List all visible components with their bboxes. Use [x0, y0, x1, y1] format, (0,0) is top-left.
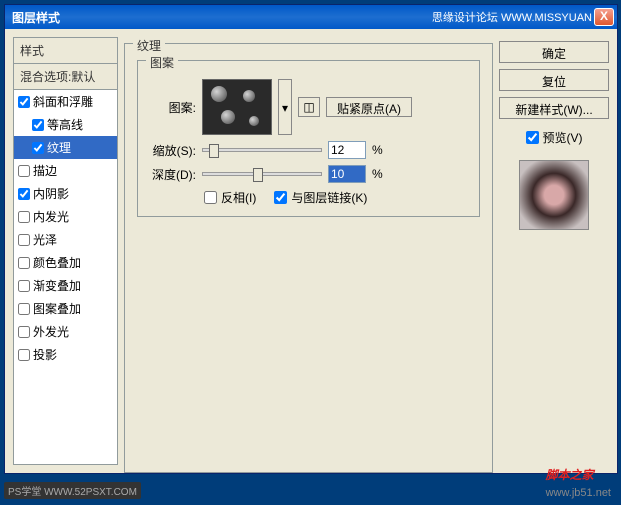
- scale-slider[interactable]: [202, 148, 322, 152]
- style-item-6[interactable]: 光泽: [14, 228, 117, 251]
- style-label: 光泽: [33, 231, 57, 248]
- pattern-dropdown[interactable]: ▾: [278, 79, 292, 135]
- style-checkbox[interactable]: [18, 211, 30, 223]
- style-checkbox[interactable]: [18, 280, 30, 292]
- new-style-button[interactable]: 新建样式(W)...: [499, 97, 609, 119]
- source-tag: PS学堂 WWW.52PSXT.COM: [4, 482, 141, 499]
- scale-label: 缩放(S):: [148, 142, 196, 159]
- group-title: 纹理: [133, 37, 165, 54]
- style-label: 内阴影: [33, 185, 69, 202]
- settings-panel: 纹理 图案 图案: ▾ ◫ 贴紧原点(A): [124, 37, 493, 465]
- invert-checkbox[interactable]: [204, 191, 217, 204]
- watermark-sub: www.jb51.net: [546, 487, 611, 499]
- brand-text: 思缘设计论坛 WWW.MISSYUAN: [432, 9, 592, 25]
- watermark: 脚本之家 www.jb51.net: [546, 455, 611, 499]
- style-checkbox[interactable]: [18, 96, 30, 108]
- style-item-11[interactable]: 投影: [14, 343, 117, 366]
- close-button[interactable]: X: [594, 8, 614, 26]
- style-item-3[interactable]: 描边: [14, 159, 117, 182]
- depth-slider[interactable]: [202, 172, 322, 176]
- style-label: 等高线: [47, 116, 83, 133]
- scale-input[interactable]: [328, 141, 366, 159]
- style-label: 外发光: [33, 323, 69, 340]
- style-checkbox[interactable]: [18, 349, 30, 361]
- depth-input[interactable]: [328, 165, 366, 183]
- sub-title: 图案: [146, 54, 178, 71]
- style-checkbox[interactable]: [32, 142, 44, 154]
- style-item-2[interactable]: 纹理: [14, 136, 117, 159]
- pattern-label: 图案:: [148, 99, 196, 116]
- new-pattern-icon[interactable]: ◫: [298, 97, 320, 117]
- depth-unit: %: [372, 167, 383, 181]
- style-item-10[interactable]: 外发光: [14, 320, 117, 343]
- snap-origin-button[interactable]: 贴紧原点(A): [326, 97, 412, 117]
- preview-checkbox[interactable]: [526, 131, 539, 144]
- pattern-thumbnail[interactable]: [202, 79, 272, 135]
- blend-options[interactable]: 混合选项:默认: [14, 64, 117, 90]
- window-title: 图层样式: [8, 9, 60, 26]
- reset-button[interactable]: 复位: [499, 69, 609, 91]
- style-item-8[interactable]: 渐变叠加: [14, 274, 117, 297]
- style-label: 纹理: [47, 139, 71, 156]
- style-label: 图案叠加: [33, 300, 81, 317]
- style-checkbox[interactable]: [18, 303, 30, 315]
- invert-label: 反相(I): [221, 189, 256, 206]
- style-label: 内发光: [33, 208, 69, 225]
- style-label: 描边: [33, 162, 57, 179]
- style-checkbox[interactable]: [32, 119, 44, 131]
- styles-list: 样式 混合选项:默认 斜面和浮雕等高线纹理描边内阴影内发光光泽颜色叠加渐变叠加图…: [13, 37, 118, 465]
- style-label: 渐变叠加: [33, 277, 81, 294]
- style-checkbox[interactable]: [18, 326, 30, 338]
- depth-label: 深度(D):: [148, 166, 196, 183]
- style-checkbox[interactable]: [18, 234, 30, 246]
- style-checkbox[interactable]: [18, 257, 30, 269]
- style-checkbox[interactable]: [18, 188, 30, 200]
- style-label: 颜色叠加: [33, 254, 81, 271]
- ok-button[interactable]: 确定: [499, 41, 609, 63]
- style-item-4[interactable]: 内阴影: [14, 182, 117, 205]
- styles-header[interactable]: 样式: [14, 38, 117, 64]
- watermark-main: 脚本之家: [546, 468, 594, 482]
- style-item-1[interactable]: 等高线: [14, 113, 117, 136]
- titlebar: 图层样式 思缘设计论坛 WWW.MISSYUAN X: [5, 5, 617, 29]
- layer-style-dialog: 图层样式 思缘设计论坛 WWW.MISSYUAN X 样式 混合选项:默认 斜面…: [4, 4, 618, 474]
- style-label: 斜面和浮雕: [33, 93, 93, 110]
- style-item-7[interactable]: 颜色叠加: [14, 251, 117, 274]
- preview-label: 预览(V): [543, 129, 583, 146]
- preview-thumbnail: [519, 160, 589, 230]
- style-item-0[interactable]: 斜面和浮雕: [14, 90, 117, 113]
- link-label: 与图层链接(K): [291, 189, 367, 206]
- style-item-9[interactable]: 图案叠加: [14, 297, 117, 320]
- link-checkbox[interactable]: [274, 191, 287, 204]
- style-checkbox[interactable]: [18, 165, 30, 177]
- style-label: 投影: [33, 346, 57, 363]
- style-item-5[interactable]: 内发光: [14, 205, 117, 228]
- action-panel: 确定 复位 新建样式(W)... 预览(V): [499, 37, 609, 465]
- scale-unit: %: [372, 143, 383, 157]
